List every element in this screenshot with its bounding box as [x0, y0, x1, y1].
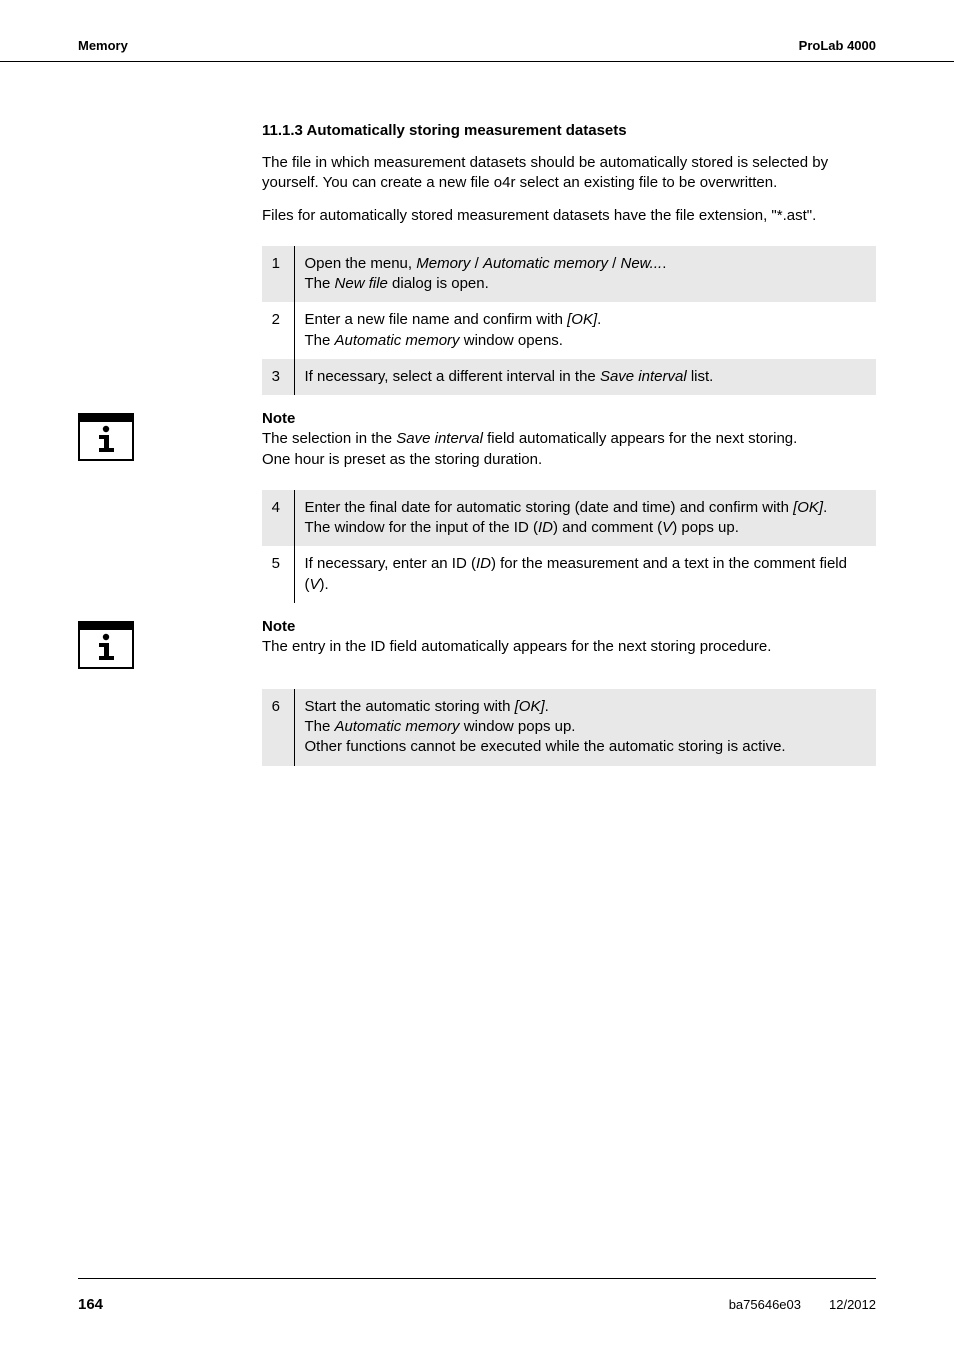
table-row: 5If necessary, enter an ID (ID) for the … [262, 546, 876, 603]
step-text: Enter the final date for automatic stori… [294, 490, 876, 547]
step-number: 2 [262, 302, 294, 359]
step-text: Start the automatic storing with [OK].Th… [294, 689, 876, 766]
section-number: 11.1.3 [262, 122, 303, 139]
note-text: The entry in the ID field automatically … [262, 637, 876, 657]
table-row: 2Enter a new file name and confirm with … [262, 302, 876, 359]
table-row: 6Start the automatic storing with [OK].T… [262, 689, 876, 766]
note-text-1: The selection in the Save interval field… [262, 429, 876, 449]
note-2: Note The entry in the ID field automatic… [78, 617, 876, 669]
page-number: 164 [78, 1296, 103, 1313]
header-left: Memory [78, 38, 128, 53]
table-row: 1Open the menu, Memory / Automatic memor… [262, 246, 876, 303]
steps-table-3: 6Start the automatic storing with [OK].T… [262, 689, 876, 766]
table-row: 3If necessary, select a different interv… [262, 359, 876, 395]
header-right: ProLab 4000 [799, 38, 876, 53]
step-text: Enter a new file name and confirm with [… [294, 302, 876, 359]
page-header: Memory ProLab 4000 [0, 0, 954, 62]
page-content: 11.1.3 Automatically storing measurement… [0, 122, 954, 766]
section-heading: Automatically storing measurement datase… [307, 122, 627, 139]
step-text: If necessary, select a different interva… [294, 359, 876, 395]
step-number: 1 [262, 246, 294, 303]
page-footer: 164 ba75646e03 12/2012 [78, 1296, 876, 1313]
step-text: If necessary, enter an ID (ID) for the m… [294, 546, 876, 603]
doc-date: 12/2012 [829, 1297, 876, 1312]
note-label: Note [262, 409, 876, 429]
note-1: Note The selection in the Save interval … [78, 409, 876, 470]
step-number: 4 [262, 490, 294, 547]
step-text: Open the menu, Memory / Automatic memory… [294, 246, 876, 303]
steps-table-2: 4Enter the final date for automatic stor… [262, 490, 876, 603]
footer-rule [78, 1278, 876, 1279]
step-number: 6 [262, 689, 294, 766]
info-icon [78, 413, 134, 461]
note-label: Note [262, 617, 876, 637]
step-number: 5 [262, 546, 294, 603]
intro-p1: The file in which measurement datasets s… [262, 153, 876, 194]
table-row: 4Enter the final date for automatic stor… [262, 490, 876, 547]
section-title: 11.1.3 Automatically storing measurement… [262, 122, 876, 139]
step-number: 3 [262, 359, 294, 395]
intro-p2: Files for automatically stored measureme… [262, 206, 876, 226]
note-text-2: One hour is preset as the storing durati… [262, 450, 876, 470]
info-icon [78, 621, 134, 669]
doc-id: ba75646e03 [729, 1297, 801, 1312]
steps-table-1: 1Open the menu, Memory / Automatic memor… [262, 246, 876, 395]
